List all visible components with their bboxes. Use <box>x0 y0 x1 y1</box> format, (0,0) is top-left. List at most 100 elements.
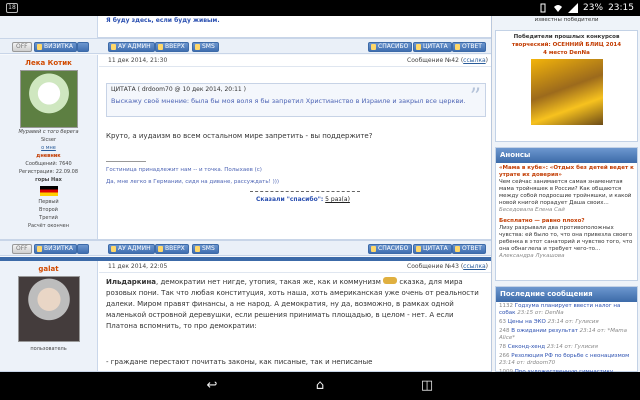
recent-post-item[interactable]: 266 Резолюция РФ по борьбе с неонацизмом… <box>496 352 637 368</box>
reply-button-label: ОТВЕТ <box>462 43 482 50</box>
announcement-2-author: Александра Лукашова <box>499 253 565 259</box>
reply-button-2[interactable]: ОТВЕТ <box>452 244 486 254</box>
thanks-divider <box>250 191 360 192</box>
recent-post-count: 1132 <box>499 303 513 309</box>
thanks-button[interactable]: СПАСИБО <box>368 42 413 52</box>
profile-icon <box>37 44 42 50</box>
recent-post-item[interactable]: 248 В ожидании результат 23:14 от: *Mama… <box>496 327 637 343</box>
post-42-link[interactable]: ссылка <box>463 57 485 64</box>
contest-box: Победители прошлых конкурсов творческий:… <box>495 30 638 142</box>
post-42-about-link[interactable]: о мне <box>41 145 56 151</box>
contest-winner-image[interactable] <box>530 59 603 125</box>
announcement-2-text: Лизу разрывали два противоположных чувст… <box>499 225 633 252</box>
post-42-header: 11 дек 2014, 21:30 Сообщение №42 (ссылка… <box>99 55 491 67</box>
post-43-link[interactable]: ссылка <box>463 263 485 270</box>
admin-icon <box>111 246 116 252</box>
post-43-date: 11 дек 2014, 22:05 <box>108 263 168 270</box>
post-42-avatar <box>19 70 78 128</box>
sidebar: известны победители Победители прошлых к… <box>493 16 640 372</box>
reply-button[interactable]: ОТВЕТ <box>452 42 486 52</box>
post-43-body: Ильдаркина, демократии нет нигде, утопия… <box>106 277 486 332</box>
post-42-status: Sicser <box>40 137 57 143</box>
post-43-body-author: Ильдаркина <box>106 278 157 286</box>
profile-button-2[interactable]: ВИЗИТКА <box>34 244 77 254</box>
quote-button-label: ЦИТАТА <box>423 245 448 252</box>
recent-post-count: 63 <box>499 319 506 325</box>
top-button[interactable]: ВВЕРХ <box>155 42 189 52</box>
contest-place: 4 место DenNa <box>543 50 590 56</box>
top-button-label: ВВЕРХ <box>165 43 185 50</box>
vibrate-icon <box>538 3 548 13</box>
post-42-date: 11 дек 2014, 21:30 <box>108 57 168 64</box>
reply-icon <box>455 44 460 50</box>
admin-button-label: АУ АДМИН <box>118 43 151 50</box>
signature-divider <box>106 161 146 162</box>
profile-button-label: ВИЗИТКА <box>44 43 73 50</box>
post-42-rank-2: Второй <box>39 207 58 213</box>
recent-post-count: 266 <box>499 353 510 359</box>
recent-post-item[interactable]: 78 Секонд-хенд 23:14 от: Гулисия <box>496 343 637 352</box>
quote-button[interactable]: ЦИТАТА <box>413 42 452 52</box>
arrow-up-icon <box>158 246 163 252</box>
post-42-rank-3: Третий <box>39 215 58 221</box>
top-button-2[interactable]: ВВЕРХ <box>155 244 189 254</box>
post-42-thanks-count[interactable]: 5 раз(а) <box>325 196 350 203</box>
pm-icon-2[interactable] <box>77 244 89 254</box>
recent-post-title[interactable]: Резолюция РФ по борьбе с неонацизмом <box>511 353 629 359</box>
smiley-icon <box>383 277 398 284</box>
announcement-1: «Мама в кубе»: «Отдых без детей ведет к … <box>496 163 637 216</box>
home-icon[interactable]: ⌂ <box>313 379 327 393</box>
thanks-icon <box>371 44 376 50</box>
post-42-username[interactable]: Лека Котик <box>0 59 97 67</box>
post-42-number: Сообщение №42 <box>407 57 459 64</box>
post-43-number-wrap: Сообщение №43 (ссылка) <box>407 263 488 270</box>
battery-label: 23% <box>583 3 604 13</box>
announcement-1-title[interactable]: «Мама в кубе»: «Отдых без детей ведет к … <box>499 165 634 179</box>
post-43-body-3: - граждане перестают почитать законы, ка… <box>106 358 373 366</box>
recent-post-item[interactable]: 63 Цены на ЭКО 23:14 от: Гулисия <box>496 318 637 327</box>
profile-icon <box>37 246 42 252</box>
clock: 23:15 <box>608 3 634 13</box>
recents-icon[interactable]: ◫ <box>420 379 434 393</box>
previous-post-signature: Я буду здесь, если буду живым. <box>106 17 220 24</box>
post-42-city: горы Нах <box>35 177 62 183</box>
pm-icon[interactable] <box>77 42 89 52</box>
quote-marks-icon: ” <box>469 85 481 110</box>
thanks-button-label: СПАСИБО <box>378 245 409 252</box>
admin-button[interactable]: АУ АДМИН <box>108 42 155 52</box>
sms-button-2[interactable]: SMS <box>192 244 219 254</box>
sms-button-label: SMS <box>202 245 215 252</box>
post-43-header: 11 дек 2014, 22:05 Сообщение №43 (ссылка… <box>99 261 491 273</box>
post-43-avatar <box>17 276 80 342</box>
recent-post-item[interactable]: 1132 Годзума планирует ввести налог на с… <box>496 302 637 318</box>
off-button-2[interactable]: OFF <box>12 244 32 254</box>
quote-button-label: ЦИТАТА <box>423 43 448 50</box>
recent-posts-title: Последние сообщения <box>496 287 637 302</box>
announcement-2-title[interactable]: Бесплатно — равно плохо? <box>499 218 634 225</box>
signal-icon <box>568 3 579 13</box>
quote-button-2[interactable]: ЦИТАТА <box>413 244 452 254</box>
post-42-sig-1: Гостиница принадлежит нам -- и точка. По… <box>106 167 262 173</box>
post-43-body-1: , демократии нет нигде, утопия, такая же… <box>156 278 381 286</box>
winners-title: известны победители <box>534 17 599 23</box>
admin-button-2[interactable]: АУ АДМИН <box>108 244 155 254</box>
sms-button[interactable]: SMS <box>192 42 219 52</box>
recent-post-count: 78 <box>499 344 506 350</box>
top-button-label: ВВЕРХ <box>165 245 185 252</box>
notification-count-icon: 18 <box>6 3 18 13</box>
post-43-username[interactable]: galat <box>0 265 97 273</box>
admin-button-label: АУ АДМИН <box>118 245 151 252</box>
reply-icon <box>455 246 460 252</box>
announcement-2: Бесплатно — равно плохо? Лизу разрывали … <box>496 216 637 262</box>
thanks-button-2[interactable]: СПАСИБО <box>368 244 413 254</box>
profile-button[interactable]: ВИЗИТКА <box>34 42 77 52</box>
post-42-quote: ЦИТАТА ( drdoom70 @ 10 дек 2014, 20:11 )… <box>106 83 486 117</box>
recent-post-meta: 23:14 от: Гулисия <box>546 344 598 350</box>
recent-post-title[interactable]: В ожидании результат <box>511 328 578 334</box>
recent-post-title[interactable]: Секонд-хенд <box>508 344 545 350</box>
off-button[interactable]: OFF <box>12 42 32 52</box>
post-42-diary[interactable]: дневник <box>0 152 97 160</box>
recent-post-title[interactable]: Цены на ЭКО <box>508 319 546 325</box>
back-icon[interactable]: ↩ <box>205 379 219 393</box>
announcements-title: Анонсы <box>496 148 637 163</box>
